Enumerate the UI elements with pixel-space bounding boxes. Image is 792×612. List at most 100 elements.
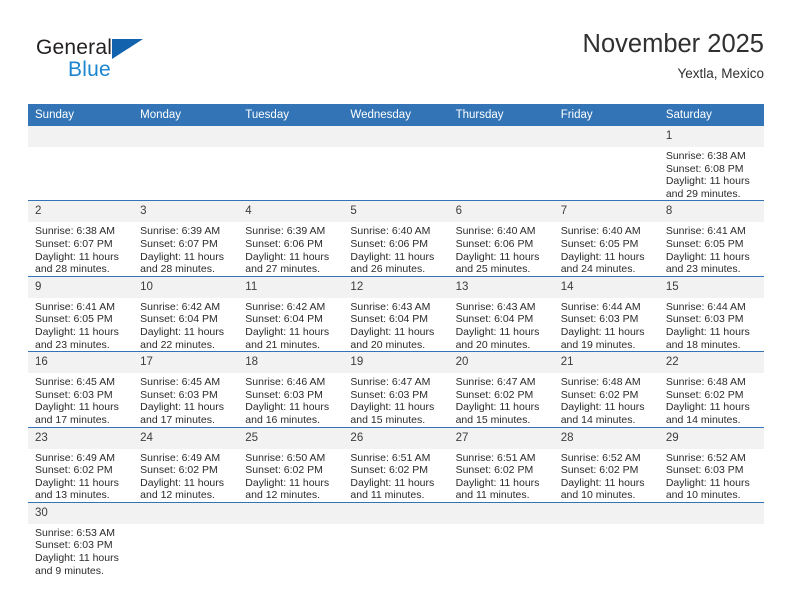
calendar-day-cell[interactable]: 22 Sunrise: 6:48 AM Sunset: 6:02 PM Dayligh… bbox=[658, 351, 764, 427]
weekday-header-thursday: Thursday bbox=[448, 104, 554, 126]
daylight-duration-line2: and 17 minutes. bbox=[35, 413, 110, 426]
calendar-day-cell[interactable]: 14 Sunrise: 6:44 AM Sunset: 6:03 PM Dayligh… bbox=[553, 275, 659, 352]
day-number bbox=[28, 126, 134, 147]
calendar-day-cell[interactable]: 2 Sunrise: 6:38 AM Sunset: 6:07 PM Daylight… bbox=[28, 200, 134, 277]
calendar-day-cell[interactable]: 11 Sunrise: 6:42 AM Sunset: 6:04 PM Dayligh… bbox=[238, 275, 344, 352]
daylight-duration-line2: and 28 minutes. bbox=[140, 263, 215, 276]
calendar-day-cell[interactable]: 17 Sunrise: 6:45 AM Sunset: 6:03 PM Dayligh… bbox=[133, 351, 239, 427]
sunset-time: Sunset: 6:02 PM bbox=[245, 464, 323, 477]
day-number: 14 bbox=[553, 276, 659, 298]
month-calendar: Sunday Monday Tuesday Wednesday Thursday… bbox=[28, 104, 764, 578]
sunset-time: Sunset: 6:03 PM bbox=[140, 388, 218, 401]
calendar-day-cell[interactable]: 12 Sunrise: 6:43 AM Sunset: 6:04 PM Dayligh… bbox=[343, 275, 449, 352]
day-number bbox=[553, 126, 659, 147]
calendar-day-cell[interactable]: 28 Sunrise: 6:52 AM Sunset: 6:02 PM Dayligh… bbox=[553, 426, 659, 503]
day-sun-info: Sunrise: 6:51 AM Sunset: 6:02 PM Daylight:… bbox=[343, 449, 448, 502]
sunset-time: Sunset: 6:02 PM bbox=[455, 388, 534, 401]
daylight-duration-line2: and 25 minutes. bbox=[455, 263, 531, 276]
logo-triangle-icon bbox=[112, 39, 143, 59]
logo-text-blue: Blue bbox=[68, 58, 111, 81]
day-sun-info: Sunrise: 6:45 AM Sunset: 6:03 PM Daylight:… bbox=[133, 373, 238, 426]
daylight-duration-line1: Daylight: 11 hours bbox=[350, 250, 435, 263]
calendar-day-cell[interactable]: 9 Sunrise: 6:41 AM Sunset: 6:05 PM Daylight… bbox=[28, 275, 134, 352]
sunset-time: Sunset: 6:06 PM bbox=[455, 237, 534, 250]
day-sun-info: Sunrise: 6:39 AM Sunset: 6:06 PM Daylight:… bbox=[238, 222, 343, 275]
sunset-time: Sunset: 6:02 PM bbox=[350, 464, 429, 477]
calendar-day-cell[interactable]: 27 Sunrise: 6:51 AM Sunset: 6:02 PM Dayligh… bbox=[448, 426, 554, 503]
sunset-time: Sunset: 6:07 PM bbox=[140, 237, 218, 250]
calendar-day-cell[interactable]: 25 Sunrise: 6:50 AM Sunset: 6:02 PM Dayligh… bbox=[238, 426, 344, 503]
calendar-day-cell[interactable]: 16 Sunrise: 6:45 AM Sunset: 6:03 PM Dayligh… bbox=[28, 351, 134, 427]
day-number bbox=[448, 126, 554, 147]
day-number bbox=[553, 502, 659, 524]
daylight-duration-line2: and 28 minutes. bbox=[35, 263, 110, 276]
day-number bbox=[343, 126, 449, 147]
day-number: 12 bbox=[343, 276, 449, 298]
page-subtitle: Yextla, Mexico bbox=[677, 66, 764, 81]
calendar-day-cell[interactable]: 5 Sunrise: 6:40 AM Sunset: 6:06 PM Daylight… bbox=[343, 200, 449, 277]
calendar-day-cell[interactable]: 23 Sunrise: 6:49 AM Sunset: 6:02 PM Dayligh… bbox=[28, 426, 134, 503]
day-sun-info: Sunrise: 6:49 AM Sunset: 6:02 PM Daylight:… bbox=[133, 449, 238, 502]
day-number: 1 bbox=[658, 126, 764, 147]
day-sun-info: Sunrise: 6:38 AM Sunset: 6:07 PM Daylight:… bbox=[28, 222, 133, 275]
calendar-day-cell[interactable]: 1 Sunrise: 6:38 AM Sunset: 6:08 PM Daylight… bbox=[658, 126, 764, 201]
calendar-day-cell[interactable]: 30 Sunrise: 6:53 AM Sunset: 6:03 PM Dayligh… bbox=[28, 501, 134, 578]
day-sun-info: Sunrise: 6:40 AM Sunset: 6:06 PM Daylight:… bbox=[449, 222, 554, 275]
sunrise-time: Sunrise: 6:49 AM bbox=[140, 451, 221, 464]
daylight-duration-line1: Daylight: 11 hours bbox=[665, 476, 750, 489]
day-sun-info: Sunrise: 6:40 AM Sunset: 6:05 PM Daylight:… bbox=[554, 222, 659, 275]
calendar-day-cell[interactable]: 7 Sunrise: 6:40 AM Sunset: 6:05 PM Daylight… bbox=[553, 200, 659, 277]
daylight-duration-line2: and 11 minutes. bbox=[455, 489, 530, 502]
daylight-duration-line2: and 15 minutes. bbox=[350, 413, 426, 426]
day-sun-info: Sunrise: 6:51 AM Sunset: 6:02 PM Daylight:… bbox=[449, 449, 554, 502]
calendar-day-cell[interactable]: 6 Sunrise: 6:40 AM Sunset: 6:06 PM Daylight… bbox=[448, 200, 554, 277]
sunrise-time: Sunrise: 6:38 AM bbox=[665, 150, 746, 162]
calendar-week-row: 9 Sunrise: 6:41 AM Sunset: 6:05 PM Daylight… bbox=[28, 275, 764, 352]
calendar-day-cell[interactable]: 18 Sunrise: 6:46 AM Sunset: 6:03 PM Dayligh… bbox=[238, 351, 344, 427]
calendar-day-cell[interactable]: 19 Sunrise: 6:47 AM Sunset: 6:03 PM Dayligh… bbox=[343, 351, 449, 427]
sunrise-time: Sunrise: 6:51 AM bbox=[455, 451, 536, 464]
day-sun-info: Sunrise: 6:39 AM Sunset: 6:07 PM Daylight:… bbox=[133, 222, 238, 275]
calendar-empty-cell bbox=[553, 126, 659, 201]
calendar-page: General Blue November 2025 Yextla, Mexic… bbox=[0, 0, 792, 612]
calendar-empty-cell bbox=[343, 126, 449, 201]
calendar-day-cell[interactable]: 10 Sunrise: 6:42 AM Sunset: 6:04 PM Dayligh… bbox=[133, 275, 239, 352]
sunrise-time: Sunrise: 6:44 AM bbox=[560, 300, 641, 313]
calendar-day-cell[interactable]: 20 Sunrise: 6:47 AM Sunset: 6:02 PM Dayligh… bbox=[448, 351, 554, 427]
sunset-time: Sunset: 6:02 PM bbox=[560, 388, 639, 401]
sunrise-time: Sunrise: 6:40 AM bbox=[455, 225, 536, 238]
general-blue-logo[interactable]: General Blue bbox=[36, 36, 216, 92]
calendar-day-cell[interactable]: 21 Sunrise: 6:48 AM Sunset: 6:02 PM Dayligh… bbox=[553, 351, 659, 427]
daylight-duration-line2: and 23 minutes. bbox=[665, 263, 741, 276]
weekday-header-wednesday: Wednesday bbox=[343, 104, 449, 126]
daylight-duration-line2: and 10 minutes. bbox=[665, 489, 741, 502]
daylight-duration-line1: Daylight: 11 hours bbox=[140, 476, 224, 489]
day-number: 30 bbox=[28, 502, 134, 524]
sunset-time: Sunset: 6:05 PM bbox=[560, 237, 639, 250]
day-number: 11 bbox=[238, 276, 344, 298]
calendar-day-cell[interactable]: 4 Sunrise: 6:39 AM Sunset: 6:06 PM Daylight… bbox=[238, 200, 344, 277]
calendar-day-cell[interactable]: 26 Sunrise: 6:51 AM Sunset: 6:02 PM Dayligh… bbox=[343, 426, 449, 503]
calendar-day-cell[interactable]: 8 Sunrise: 6:41 AM Sunset: 6:05 PM Daylight… bbox=[658, 200, 764, 277]
daylight-duration-line2: and 22 minutes. bbox=[140, 338, 215, 351]
calendar-day-cell[interactable]: 29 Sunrise: 6:52 AM Sunset: 6:03 PM Dayligh… bbox=[658, 426, 764, 503]
sunrise-time: Sunrise: 6:50 AM bbox=[245, 451, 326, 464]
sunrise-time: Sunrise: 6:39 AM bbox=[140, 225, 221, 238]
calendar-week-row: 30 Sunrise: 6:53 AM Sunset: 6:03 PM Dayligh… bbox=[28, 501, 764, 578]
calendar-day-cell[interactable]: 13 Sunrise: 6:43 AM Sunset: 6:04 PM Dayligh… bbox=[448, 275, 554, 352]
sunset-time: Sunset: 6:02 PM bbox=[35, 464, 113, 477]
day-number: 9 bbox=[28, 276, 134, 298]
sunset-time: Sunset: 6:03 PM bbox=[35, 539, 113, 552]
daylight-duration-line1: Daylight: 11 hours bbox=[665, 401, 750, 414]
daylight-duration-line2: and 20 minutes. bbox=[350, 338, 426, 351]
day-number bbox=[343, 502, 449, 524]
calendar-day-cell[interactable]: 24 Sunrise: 6:49 AM Sunset: 6:02 PM Dayligh… bbox=[133, 426, 239, 503]
sunrise-time: Sunrise: 6:47 AM bbox=[350, 376, 431, 389]
calendar-day-cell[interactable]: 15 Sunrise: 6:44 AM Sunset: 6:03 PM Dayligh… bbox=[658, 275, 764, 352]
sunrise-time: Sunrise: 6:44 AM bbox=[665, 300, 746, 313]
day-number: 18 bbox=[238, 352, 344, 374]
sunrise-time: Sunrise: 6:52 AM bbox=[560, 451, 641, 464]
title-block: November 2025 Yextla, Mexico bbox=[583, 28, 764, 84]
sunrise-time: Sunrise: 6:41 AM bbox=[665, 225, 746, 238]
calendar-day-cell[interactable]: 3 Sunrise: 6:39 AM Sunset: 6:07 PM Daylight… bbox=[133, 200, 239, 277]
